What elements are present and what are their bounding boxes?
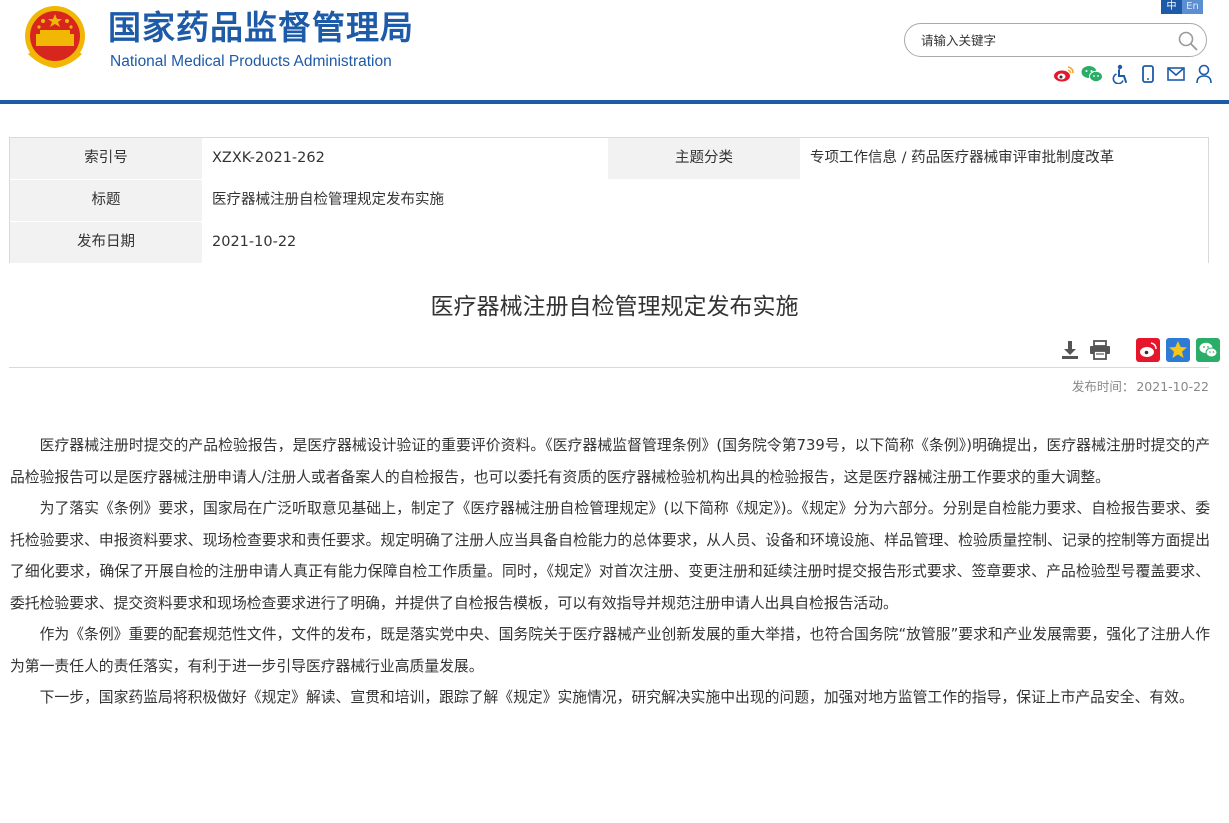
search-box <box>904 23 1207 57</box>
article-body: 医疗器械注册时提交的产品检验报告，是医疗器械设计验证的重要评价资料。《医疗器械监… <box>10 430 1210 714</box>
language-switch: 中 En <box>1161 0 1203 14</box>
category-label: 主题分类 <box>608 138 800 179</box>
title-value: 医疗器械注册自检管理规定发布实施 <box>202 180 1208 221</box>
wechat-icon[interactable] <box>1080 63 1104 85</box>
mail-icon[interactable] <box>1164 63 1188 85</box>
date-label: 发布日期 <box>10 222 202 263</box>
lang-cn-button[interactable]: 中 <box>1161 0 1182 14</box>
article-divider <box>9 367 1209 368</box>
article-tools <box>1058 338 1220 362</box>
article-paragraph: 医疗器械注册时提交的产品检验报告，是医疗器械设计验证的重要评价资料。《医疗器械监… <box>10 437 1210 486</box>
user-icon[interactable] <box>1192 63 1216 85</box>
info-row: 发布日期 2021-10-22 <box>10 222 1208 264</box>
publish-time: 发布时间： 2021-10-22 <box>1072 377 1209 397</box>
article-paragraph: 下一步，国家药监局将积极做好《规定》解读、宣贯和培训，跟踪了解《规定》实施情况，… <box>39 689 1194 706</box>
national-emblem-icon[interactable] <box>20 4 90 70</box>
category-value: 专项工作信息 / 药品医疗器械审评审批制度改革 <box>800 138 1208 179</box>
site-title-en[interactable]: National Medical Products Administration <box>110 52 392 72</box>
lang-en-button[interactable]: En <box>1182 0 1203 14</box>
index-value: XZXK-2021-262 <box>202 138 608 179</box>
weibo-icon[interactable] <box>1052 63 1076 85</box>
article-title: 医疗器械注册自检管理规定发布实施 <box>430 294 799 320</box>
header-tool-icons <box>1052 63 1216 85</box>
download-icon[interactable] <box>1058 338 1082 362</box>
title-label: 标题 <box>10 180 202 221</box>
article-paragraph: 为了落实《条例》要求，国家局在广泛听取意见基础上，制定了《医疗器械注册自检管理规… <box>10 500 1210 612</box>
share-weibo-icon[interactable] <box>1136 338 1160 362</box>
search-icon[interactable] <box>1177 30 1199 52</box>
share-wechat-icon[interactable] <box>1196 338 1220 362</box>
info-row: 索引号 XZXK-2021-262 主题分类 专项工作信息 / 药品医疗器械审评… <box>10 138 1208 180</box>
info-row: 标题 医疗器械注册自检管理规定发布实施 <box>10 180 1208 222</box>
header-divider <box>0 100 1229 104</box>
publish-time-label: 发布时间： <box>1071 379 1135 394</box>
article-paragraph: 作为《条例》重要的配套规范性文件，文件的发布，既是落实党中央、国务院关于医疗器械… <box>10 626 1210 675</box>
favorite-icon[interactable] <box>1166 338 1190 362</box>
publish-time-value: 2021-10-22 <box>1136 379 1209 394</box>
print-icon[interactable] <box>1088 338 1112 362</box>
index-label: 索引号 <box>10 138 202 179</box>
date-value: 2021-10-22 <box>202 222 1208 263</box>
info-table: 索引号 XZXK-2021-262 主题分类 专项工作信息 / 药品医疗器械审评… <box>9 137 1209 263</box>
site-header: 国家药品监督管理局 National Medical Products Admi… <box>0 0 1229 108</box>
accessibility-icon[interactable] <box>1108 63 1132 85</box>
search-input[interactable] <box>921 30 1166 50</box>
mobile-icon[interactable] <box>1136 63 1160 85</box>
site-title-cn[interactable]: 国家药品监督管理局 <box>108 8 414 48</box>
